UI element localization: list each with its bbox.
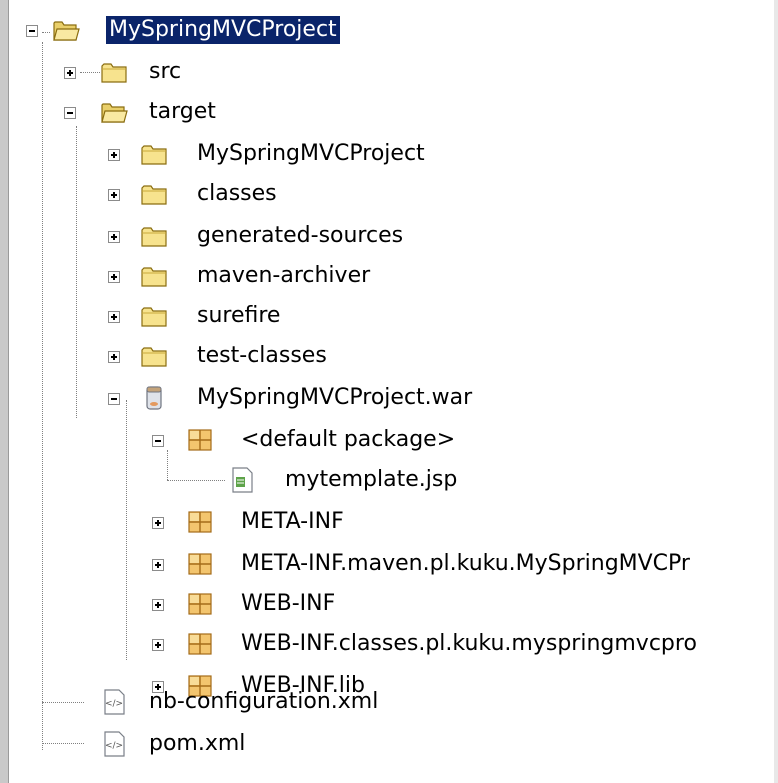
- xml-file-icon: [100, 688, 128, 716]
- tree-node-label: maven-archiver: [197, 263, 371, 288]
- collapse-toggle[interactable]: [152, 435, 164, 447]
- folder-icon: [140, 262, 168, 290]
- tree-node-war[interactable]: MySpringMVCProject.war: [0, 382, 778, 414]
- tree-node-default-package[interactable]: <default package>: [0, 424, 778, 456]
- project-folder-icon: [52, 16, 80, 44]
- tree-node-label: MySpringMVCProject: [197, 141, 425, 166]
- folder-icon: [140, 140, 168, 168]
- tree-node-label: pom.xml: [149, 731, 246, 756]
- folder-icon: [100, 58, 128, 86]
- folder-open-icon: [100, 98, 128, 126]
- tree-node-label: classes: [197, 181, 277, 206]
- tree-node-label: generated-sources: [197, 223, 404, 248]
- tree-node-generated-sources[interactable]: generated-sources: [0, 220, 778, 252]
- tree-node-web-inf[interactable]: WEB-INF: [0, 588, 778, 620]
- folder-icon: [140, 342, 168, 370]
- tree-node-label: nb-configuration.xml: [149, 689, 379, 714]
- tree-node-mytemplate-jsp[interactable]: mytemplate.jsp: [0, 464, 778, 496]
- tree-node-label: MySpringMVCProject.war: [197, 385, 473, 410]
- tree-node-label: src: [149, 59, 182, 84]
- expand-toggle[interactable]: [108, 189, 120, 201]
- tree-node-meta-inf[interactable]: META-INF: [0, 506, 778, 538]
- collapse-toggle[interactable]: [26, 25, 38, 37]
- collapse-toggle[interactable]: [108, 393, 120, 405]
- tree-node-label: target: [149, 99, 216, 124]
- war-archive-icon: [140, 384, 168, 412]
- xml-file-icon: [100, 730, 128, 758]
- jsp-file-icon: [228, 466, 256, 494]
- project-tree: MySpringMVCProject src target MySpringMV…: [0, 0, 778, 783]
- expand-toggle[interactable]: [108, 311, 120, 323]
- expand-toggle[interactable]: [108, 231, 120, 243]
- tree-node-surefire[interactable]: surefire: [0, 300, 778, 332]
- tree-node-src[interactable]: src: [0, 56, 778, 88]
- tree-node-label: META-INF.maven.pl.kuku.MySpringMVCPr: [241, 551, 690, 576]
- tree-node-test-classes[interactable]: test-classes: [0, 340, 778, 372]
- package-icon: [186, 426, 214, 454]
- tree-node-label: MySpringMVCProject: [106, 16, 340, 44]
- expand-toggle[interactable]: [108, 149, 120, 161]
- expand-toggle[interactable]: [152, 559, 164, 571]
- tree-node-root[interactable]: MySpringMVCProject: [0, 14, 778, 46]
- tree-node-label: test-classes: [197, 343, 327, 368]
- tree-node-maven-archiver[interactable]: maven-archiver: [0, 260, 778, 292]
- tree-node-label: WEB-INF: [241, 591, 336, 616]
- collapse-toggle[interactable]: [64, 107, 76, 119]
- folder-icon: [140, 302, 168, 330]
- tree-node-target[interactable]: target: [0, 96, 778, 128]
- package-icon: [186, 550, 214, 578]
- expand-toggle[interactable]: [108, 271, 120, 283]
- tree-node-classes[interactable]: classes: [0, 178, 778, 210]
- tree-node-web-inf-classes[interactable]: WEB-INF.classes.pl.kuku.myspringmvcpro: [0, 628, 778, 660]
- tree-node-label: WEB-INF.classes.pl.kuku.myspringmvcpro: [241, 631, 697, 656]
- package-icon: [186, 590, 214, 618]
- tree-node-target-project[interactable]: MySpringMVCProject: [0, 138, 778, 170]
- tree-node-meta-inf-maven[interactable]: META-INF.maven.pl.kuku.MySpringMVCPr: [0, 548, 778, 580]
- expand-toggle[interactable]: [152, 517, 164, 529]
- package-icon: [186, 508, 214, 536]
- expand-toggle[interactable]: [152, 639, 164, 651]
- expand-toggle[interactable]: [108, 351, 120, 363]
- tree-node-label: <default package>: [241, 427, 456, 452]
- folder-icon: [140, 180, 168, 208]
- package-icon: [186, 630, 214, 658]
- tree-node-label: mytemplate.jsp: [285, 467, 458, 492]
- expand-toggle[interactable]: [152, 599, 164, 611]
- folder-icon: [140, 222, 168, 250]
- tree-node-label: surefire: [197, 303, 281, 328]
- tree-node-label: META-INF: [241, 509, 344, 534]
- tree-node-nb-configuration[interactable]: nb-configuration.xml: [0, 686, 778, 718]
- tree-node-pom[interactable]: pom.xml: [0, 728, 778, 760]
- expand-toggle[interactable]: [64, 67, 76, 79]
